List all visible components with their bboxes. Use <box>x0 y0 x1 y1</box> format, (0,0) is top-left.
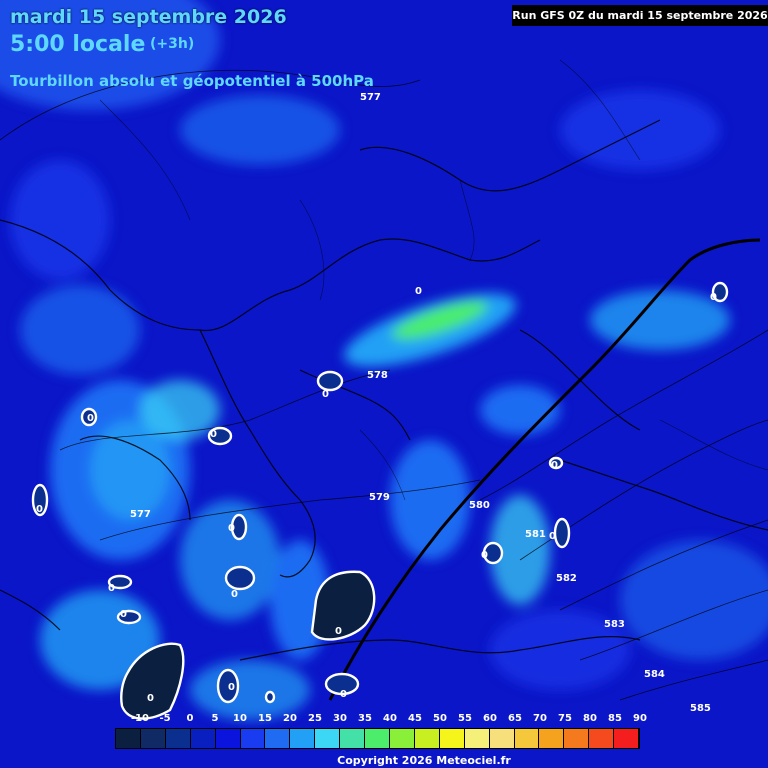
legend-color-swatch <box>414 729 440 748</box>
map-product-title: Tourbillon absolu et géopotentiel à 500h… <box>10 72 374 90</box>
legend-color-swatch <box>539 729 565 748</box>
zero-label: 0 <box>322 389 329 400</box>
zero-label: 0 <box>231 589 238 600</box>
forecast-step: (+3h) <box>150 36 195 52</box>
legend-tick-label: 80 <box>583 713 597 724</box>
legend-color-swatch <box>290 729 316 748</box>
legend-color-swatch <box>215 729 241 748</box>
legend-tick-label: 20 <box>283 713 297 724</box>
legend-color-swatch <box>489 729 515 748</box>
legend-tick-label: 65 <box>508 713 522 724</box>
legend-tick-label: -10 <box>130 713 150 724</box>
zero-label: 0 <box>210 429 217 440</box>
legend-tick-label: 10 <box>233 713 247 724</box>
legend-tick-label: 15 <box>258 713 272 724</box>
geo-label: 585 <box>690 703 711 714</box>
legend-tick-label: 55 <box>458 713 472 724</box>
legend-color-swatch <box>140 729 166 748</box>
zero-label: 0 <box>87 413 94 424</box>
run-info-banner: Run GFS 0Z du mardi 15 septembre 2026 <box>512 5 768 26</box>
zero-label: 0 <box>710 292 717 303</box>
legend-color-swatch <box>389 729 415 748</box>
zero-label: 0 <box>228 682 235 693</box>
legend-color-swatch <box>165 729 191 748</box>
legend-tick-label: 5 <box>211 713 219 724</box>
geo-label: 577 <box>360 92 381 103</box>
zero-label: 0 <box>120 609 127 620</box>
zero-label: 0 <box>228 523 235 534</box>
legend-tick-label: 0 <box>186 713 194 724</box>
legend-color-swatch <box>240 729 266 748</box>
geo-label: 580 <box>469 500 490 511</box>
vorticity-map: 577 578 579 580 581 582 583 584 585 577 … <box>0 0 768 768</box>
legend-tick-label: 45 <box>408 713 422 724</box>
geo-label: 583 <box>604 619 625 630</box>
legend-color-swatch <box>265 729 291 748</box>
legend-tick-label: 30 <box>333 713 347 724</box>
legend-color-swatch <box>614 729 640 748</box>
zero-label: 0 <box>481 550 488 561</box>
legend-tick-label: 50 <box>433 713 447 724</box>
zero-label: 0 <box>340 689 347 700</box>
geo-label: 582 <box>556 573 577 584</box>
geo-label: 579 <box>369 492 390 503</box>
legend-color-swatch <box>564 729 590 748</box>
legend-color-swatch <box>340 729 366 748</box>
legend-color-swatch <box>365 729 390 748</box>
legend-tick-label: 70 <box>533 713 547 724</box>
zero-label: 0 <box>335 626 342 637</box>
legend-tick-label: 60 <box>483 713 497 724</box>
geo-label: 578 <box>367 370 388 381</box>
legend-tick-label: 40 <box>383 713 397 724</box>
color-legend: -10 -5 0 5 10 15 20 25 30 35 40 45 50 55 60 65 70 75 80 85 9… <box>115 713 647 749</box>
legend-tick-label: 35 <box>358 713 372 724</box>
map-local-time: 5:00 locale <box>10 32 146 57</box>
zero-label: 0 <box>36 504 43 515</box>
legend-tick-label: 75 <box>558 713 572 724</box>
copyright: Copyright 2026 Meteociel.fr <box>337 754 511 767</box>
legend-ticks: -10 -5 0 5 10 15 20 25 30 35 40 45 50 55 60 65 70 75 80 85 9… <box>115 713 647 727</box>
legend-tick-label: 25 <box>308 713 322 724</box>
legend-color-swatch <box>439 729 465 748</box>
zero-label: 0 <box>551 460 558 471</box>
zero-label: 0 <box>549 531 556 542</box>
legend-color-swatch <box>315 729 341 748</box>
legend-color-swatch <box>514 729 540 748</box>
legend-color-swatch <box>464 729 490 748</box>
zero-label: 0 <box>147 693 154 704</box>
geo-label: 584 <box>644 669 665 680</box>
geo-label: 581 <box>525 529 546 540</box>
legend-color-swatch <box>116 729 141 748</box>
map-date: mardi 15 septembre 2026 <box>10 6 287 28</box>
geo-label: 577 <box>130 509 151 520</box>
legend-tick-label: 90 <box>633 713 647 724</box>
zero-label: 0 <box>108 583 115 594</box>
legend-tick-label: -5 <box>159 713 171 724</box>
legend-color-bar <box>115 728 640 749</box>
legend-tick-label: 85 <box>608 713 622 724</box>
legend-color-swatch <box>589 729 615 748</box>
legend-color-swatch <box>190 729 216 748</box>
zero-label: 0 <box>415 286 422 297</box>
